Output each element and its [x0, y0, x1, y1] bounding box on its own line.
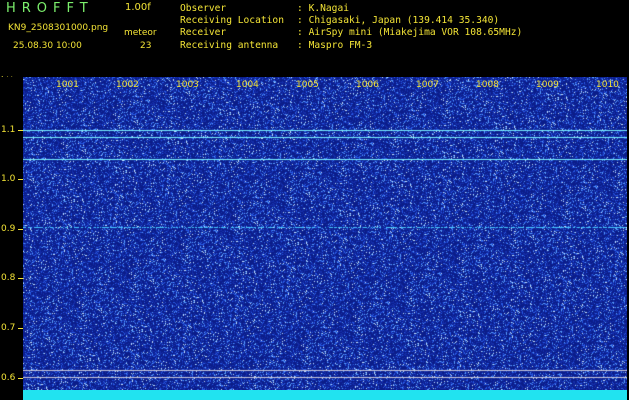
meteor-label: meteor — [124, 28, 157, 38]
info-value: Maspro FM-3 — [308, 39, 373, 51]
info-row-location: Receiving Location: Chigasaki, Japan (13… — [180, 15, 500, 27]
app-version: 1.00f — [125, 2, 151, 13]
spectrogram-canvas — [23, 77, 627, 390]
observation-info: Observer: K.Nagai Receiving Location: Ch… — [180, 3, 522, 52]
info-value: K.Nagai — [308, 3, 349, 14]
axis-corner — [0, 390, 23, 400]
x-tick-label: 1009 — [536, 80, 559, 90]
info-label: Receiving antenna — [180, 39, 279, 51]
info-row-receiver: Receiver: AirSpy mini (Miakejima VOR 108… — [180, 27, 523, 39]
info-row-antenna: Receiving antenna: Maspro FM-3 — [180, 39, 373, 51]
spectrogram — [23, 77, 627, 390]
x-tick-label: 1006 — [356, 80, 379, 90]
x-tick-label: 1004 — [236, 80, 259, 90]
app-title: HROFFT — [6, 1, 94, 16]
x-tick-label: 1005 — [296, 80, 319, 90]
file-name: KN9_2508301000.png — [8, 23, 109, 33]
x-tick-label: 1001 — [56, 80, 79, 90]
date-time: 25.08.30 10:00 — [13, 41, 82, 51]
header-panel: HROFFT 1.00f KN9_2508301000.png 25.08.30… — [0, 0, 629, 76]
info-value: AirSpy mini (Miakejima VOR 108.65MHz) — [308, 27, 523, 39]
info-row-observer: Observer: K.Nagai — [180, 3, 349, 14]
meteor-count: 23 — [140, 41, 152, 51]
info-label: Receiving Location — [180, 15, 284, 27]
info-value: Chigasaki, Japan (139.414 35.340) — [308, 15, 500, 27]
info-label: Observer — [180, 3, 227, 14]
x-tick-label: 1008 — [476, 80, 499, 90]
info-label: Receiver — [180, 27, 227, 39]
x-tick-label: 1010 — [596, 80, 619, 90]
detection-bar — [23, 390, 627, 400]
x-tick-label: 1007 — [416, 80, 439, 90]
x-tick-label: 1002 — [116, 80, 139, 90]
x-tick-label: 1003 — [176, 80, 199, 90]
